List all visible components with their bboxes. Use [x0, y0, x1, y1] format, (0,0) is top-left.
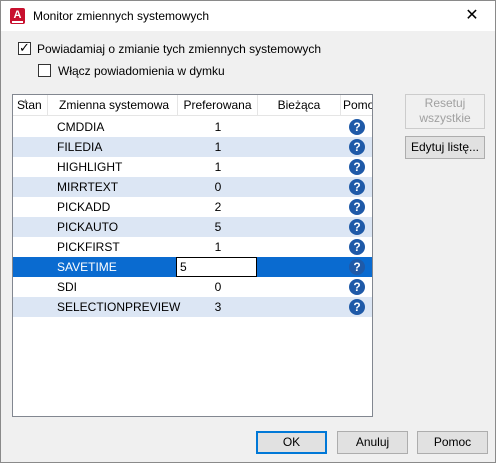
- help-icon[interactable]: ?: [349, 299, 365, 315]
- close-button[interactable]: ✕: [449, 1, 495, 31]
- variable-name: CMDDIA: [57, 120, 105, 134]
- variable-name: SDI: [57, 280, 78, 294]
- variable-name: PICKFIRST: [57, 240, 120, 254]
- title-bar: A Monitor zmiennych systemowych ✕: [1, 1, 495, 31]
- column-header-variable[interactable]: Zmienna systemowa: [48, 95, 178, 116]
- checkmark-icon: ✓: [19, 40, 30, 55]
- help-icon[interactable]: ?: [349, 119, 365, 135]
- help-button[interactable]: Pomoc: [417, 431, 488, 454]
- preferred-value[interactable]: 5: [177, 217, 259, 237]
- preferred-value[interactable]: 1: [177, 117, 259, 137]
- autocad-app-icon: A: [10, 8, 25, 24]
- table-row[interactable]: PICKAUTO 5 ?: [13, 217, 372, 237]
- help-icon[interactable]: ?: [349, 259, 365, 275]
- notify-checkbox[interactable]: ✓: [18, 40, 31, 55]
- table-row[interactable]: FILEDIA 1 ?: [13, 137, 372, 157]
- cancel-button[interactable]: Anuluj: [337, 431, 408, 454]
- balloon-label[interactable]: Włącz powiadomienia w dymku: [58, 64, 225, 78]
- ok-button[interactable]: OK: [256, 431, 327, 454]
- preferred-value[interactable]: 0: [177, 277, 259, 297]
- preferred-value-editor[interactable]: [176, 257, 257, 277]
- help-icon[interactable]: ?: [349, 179, 365, 195]
- notify-label[interactable]: Powiadamiaj o zmianie tych zmiennych sys…: [37, 42, 321, 56]
- variable-name: SAVETIME: [57, 260, 117, 274]
- variable-name: HIGHLIGHT: [57, 160, 123, 174]
- close-icon: ✕: [465, 7, 479, 24]
- preferred-value[interactable]: 1: [177, 137, 259, 157]
- column-header-status[interactable]: ▲ Stan: [13, 95, 48, 116]
- column-header-help[interactable]: Pomoc: [341, 95, 372, 116]
- list-header: ▲ Stan Zmienna systemowa Preferowana Bie…: [13, 95, 372, 116]
- help-icon[interactable]: ?: [349, 239, 365, 255]
- help-icon[interactable]: ?: [349, 159, 365, 175]
- table-row[interactable]: HIGHLIGHT 1 ?: [13, 157, 372, 177]
- sort-ascending-icon: ▲: [22, 98, 29, 105]
- system-variables-list[interactable]: ▲ Stan Zmienna systemowa Preferowana Bie…: [12, 94, 373, 417]
- variable-name: PICKAUTO: [57, 220, 119, 234]
- variable-name: MIRRTEXT: [57, 180, 119, 194]
- table-row[interactable]: PICKADD 2 ?: [13, 197, 372, 217]
- column-header-current[interactable]: Bieżąca: [258, 95, 341, 116]
- reset-all-button[interactable]: Resetuj wszystkie: [405, 94, 485, 129]
- preferred-value[interactable]: 1: [177, 157, 259, 177]
- table-row[interactable]: MIRRTEXT 0 ?: [13, 177, 372, 197]
- preferred-value[interactable]: 0: [177, 177, 259, 197]
- help-icon[interactable]: ?: [349, 199, 365, 215]
- edit-list-button[interactable]: Edytuj listę...: [405, 136, 485, 159]
- table-row-selected[interactable]: SAVETIME ?: [13, 257, 372, 277]
- help-icon[interactable]: ?: [349, 219, 365, 235]
- table-row[interactable]: PICKFIRST 1 ?: [13, 237, 372, 257]
- balloon-checkbox[interactable]: [38, 64, 51, 77]
- preferred-value[interactable]: 3: [177, 297, 259, 317]
- variable-name: PICKADD: [57, 200, 111, 214]
- table-row[interactable]: CMDDIA 1 ?: [13, 117, 372, 137]
- dialog-window: A Monitor zmiennych systemowych ✕ ✓ Powi…: [0, 0, 496, 463]
- table-row[interactable]: SDI 0 ?: [13, 277, 372, 297]
- help-icon[interactable]: ?: [349, 279, 365, 295]
- variable-name: SELECTIONPREVIEW: [57, 300, 181, 314]
- help-icon[interactable]: ?: [349, 139, 365, 155]
- window-title: Monitor zmiennych systemowych: [33, 9, 210, 23]
- table-row[interactable]: SELECTIONPREVIEW 3 ?: [13, 297, 372, 317]
- preferred-value[interactable]: 1: [177, 237, 259, 257]
- column-header-preferred[interactable]: Preferowana: [178, 95, 258, 116]
- preferred-value[interactable]: 2: [177, 197, 259, 217]
- variable-name: FILEDIA: [57, 140, 103, 154]
